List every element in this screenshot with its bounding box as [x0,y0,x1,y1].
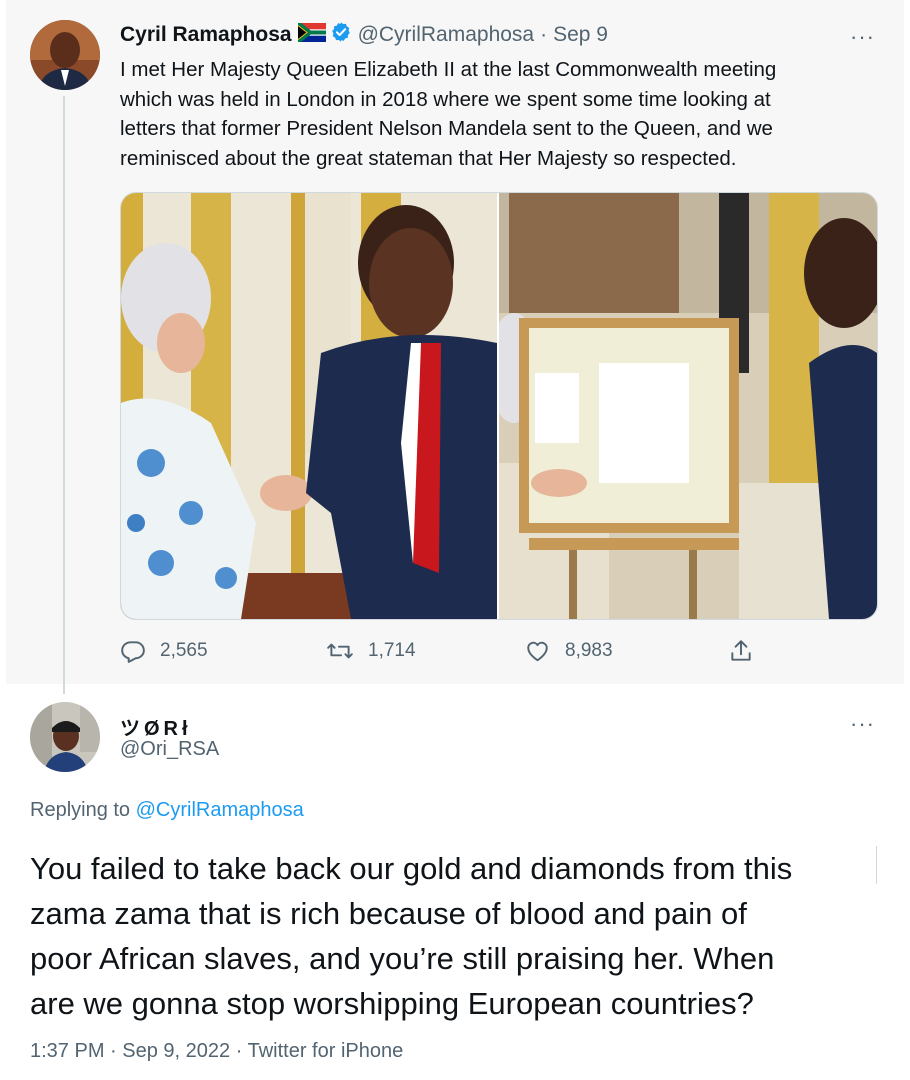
reply-source[interactable]: Twitter for iPhone [248,1040,404,1062]
replying-to-prefix: Replying to [30,799,131,821]
reply-text-line: are we gonna stop worshipping European c… [30,986,754,1021]
tweet-text-line: which was held in London in 2018 where w… [120,87,771,111]
south-africa-flag-icon [296,20,326,48]
verified-badge-icon [330,21,352,49]
replying-to-line: Replying to @CyrilRamaphosa [30,799,304,822]
tweet-media-grid [120,192,878,620]
separator-dot: · [235,1040,243,1062]
like-button[interactable]: 8,983 [524,638,613,664]
more-options-icon[interactable]: ··· [850,26,875,48]
reply-text-line: zama zama that is rich because of blood … [30,896,747,931]
share-icon [731,640,751,661]
reply-text: You failed to take back our gold and dia… [30,846,880,1026]
share-button[interactable] [728,638,768,664]
tweet-actions: 2,565 1,714 8,983 [0,636,910,668]
reply-author-name[interactable]: ツØRł [120,712,192,741]
reply-count: 2,565 [160,640,208,661]
heart-icon [527,641,548,662]
replying-to-mention[interactable]: @CyrilRamaphosa [136,799,304,821]
reply-date[interactable]: Sep 9, 2022 [122,1040,230,1062]
reply-more-options-icon[interactable]: ··· [850,713,875,735]
author-avatar[interactable] [30,20,100,90]
tweet-text: I met Her Majesty Queen Elizabeth II at … [120,55,860,173]
author-handle[interactable]: @CyrilRamaphosa [358,23,535,47]
retweet-icon [327,643,353,659]
tweet-text-line: I met Her Majesty Queen Elizabeth II at … [120,58,777,81]
reply-text-line: You failed to take back our gold and dia… [30,851,793,886]
photo-handshake[interactable] [121,193,497,619]
reply-text-line: poor African slaves, and you’re still pr… [30,941,775,976]
reply-time[interactable]: 1:37 PM [30,1040,104,1062]
reply-meta: 1:37 PM · Sep 9, 2022 · Twitter for iPho… [30,1040,403,1063]
tweet-text-line: letters that former President Nelson Man… [120,117,773,140]
retweet-button[interactable]: 1,714 [326,638,416,664]
thread-connector-line [63,96,65,694]
reply-button[interactable]: 2,565 [120,638,208,664]
photo-letters-display[interactable] [488,193,877,619]
tweet-text-line: reminisced about the great stateman that… [120,146,737,170]
separator-dot: · [110,1040,117,1062]
author-name[interactable]: Cyril Ramaphosa [120,23,292,47]
separator-dot: · [540,23,548,46]
reply-author-avatar[interactable] [30,702,100,772]
author-header: Cyril Ramaphosa @CyrilRamaphosa · Sep 9 [120,20,608,49]
reply-author-handle[interactable]: @Ori_RSA [120,738,219,761]
reply-icon [121,641,145,663]
retweet-count: 1,714 [368,640,416,661]
like-count: 8,983 [565,640,613,661]
tweet-date[interactable]: Sep 9 [553,23,608,47]
divider-line [876,846,877,884]
